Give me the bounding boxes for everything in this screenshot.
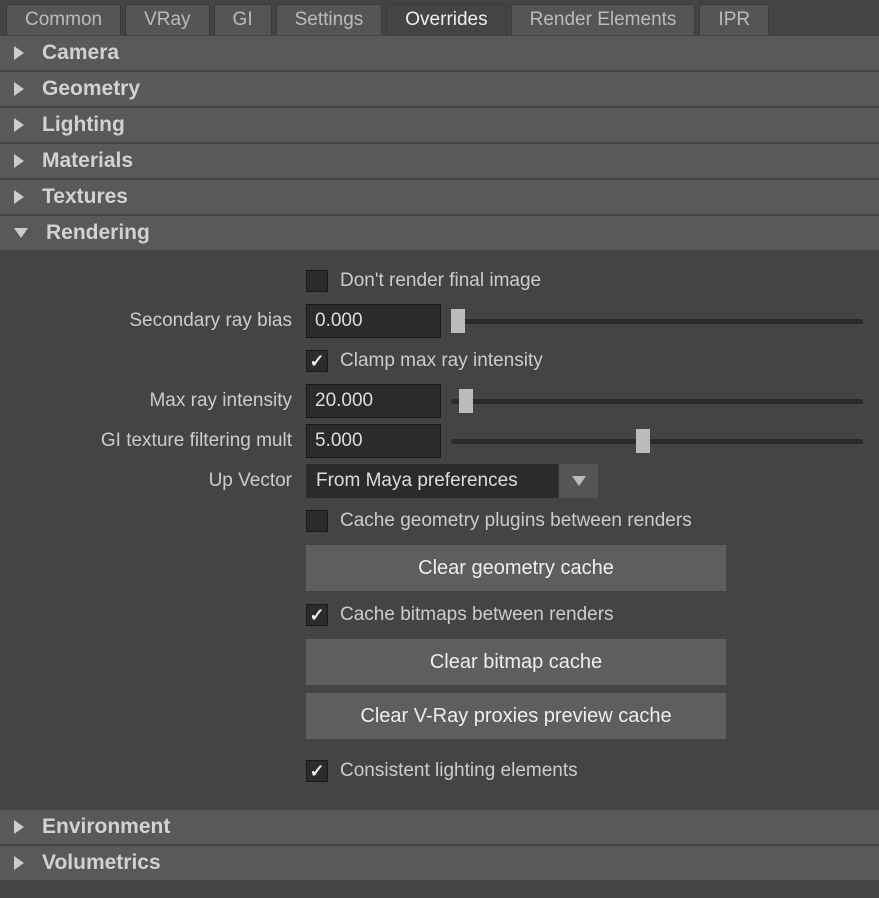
rendering-body: Don't render final image Secondary ray b… xyxy=(0,251,879,809)
section-title: Materials xyxy=(42,149,133,173)
section-volumetrics[interactable]: Volumetrics xyxy=(0,845,879,881)
max-ray-intensity-label: Max ray intensity xyxy=(16,390,306,412)
clear-proxies-cache-button[interactable]: Clear V-Ray proxies preview cache xyxy=(306,693,726,739)
up-vector-value: From Maya preferences xyxy=(306,464,558,498)
section-camera[interactable]: Camera xyxy=(0,35,879,71)
triangle-right-icon xyxy=(14,154,24,168)
section-geometry[interactable]: Geometry xyxy=(0,71,879,107)
triangle-right-icon xyxy=(14,82,24,96)
clear-bitmap-cache-button[interactable]: Clear bitmap cache xyxy=(306,639,726,685)
section-title: Lighting xyxy=(42,113,125,137)
secondary-ray-bias-label: Secondary ray bias xyxy=(16,310,306,332)
consistent-lighting-label: Consistent lighting elements xyxy=(340,760,578,782)
gi-texture-slider[interactable] xyxy=(451,424,863,458)
triangle-right-icon xyxy=(14,190,24,204)
section-textures[interactable]: Textures xyxy=(0,179,879,215)
secondary-ray-bias-field[interactable] xyxy=(306,304,441,338)
section-title: Environment xyxy=(42,815,170,839)
tab-vray[interactable]: VRay xyxy=(125,4,209,35)
section-title: Textures xyxy=(42,185,128,209)
cache-bitmaps-checkbox[interactable] xyxy=(306,604,328,626)
tab-ipr[interactable]: IPR xyxy=(699,4,769,35)
section-title: Geometry xyxy=(42,77,140,101)
clamp-label: Clamp max ray intensity xyxy=(340,350,543,372)
chevron-down-icon xyxy=(572,476,586,486)
clamp-checkbox[interactable] xyxy=(306,350,328,372)
secondary-ray-bias-slider[interactable] xyxy=(451,304,863,338)
max-ray-intensity-slider[interactable] xyxy=(451,384,863,418)
tab-bar: Common VRay GI Settings Overrides Render… xyxy=(0,0,879,35)
tab-render-elements[interactable]: Render Elements xyxy=(511,4,696,35)
triangle-right-icon xyxy=(14,46,24,60)
up-vector-label: Up Vector xyxy=(16,470,306,492)
consistent-lighting-checkbox[interactable] xyxy=(306,760,328,782)
triangle-down-icon xyxy=(14,228,28,238)
section-title: Rendering xyxy=(46,221,150,245)
tab-overrides[interactable]: Overrides xyxy=(386,4,506,35)
section-title: Volumetrics xyxy=(42,851,161,875)
cache-geometry-label: Cache geometry plugins between renders xyxy=(340,510,692,532)
up-vector-select[interactable]: From Maya preferences xyxy=(306,464,598,498)
tab-common[interactable]: Common xyxy=(6,4,121,35)
dont-render-label: Don't render final image xyxy=(340,270,541,292)
tab-settings[interactable]: Settings xyxy=(276,4,383,35)
up-vector-dropdown-button[interactable] xyxy=(558,464,598,498)
dont-render-checkbox[interactable] xyxy=(306,270,328,292)
section-rendering[interactable]: Rendering xyxy=(0,215,879,251)
cache-geometry-checkbox[interactable] xyxy=(306,510,328,532)
section-lighting[interactable]: Lighting xyxy=(0,107,879,143)
tab-gi[interactable]: GI xyxy=(214,4,272,35)
max-ray-intensity-field[interactable] xyxy=(306,384,441,418)
section-title: Camera xyxy=(42,41,119,65)
cache-bitmaps-label: Cache bitmaps between renders xyxy=(340,604,614,626)
triangle-right-icon xyxy=(14,118,24,132)
gi-texture-field[interactable] xyxy=(306,424,441,458)
triangle-right-icon xyxy=(14,820,24,834)
gi-texture-label: GI texture filtering mult xyxy=(16,430,306,452)
section-environment[interactable]: Environment xyxy=(0,809,879,845)
section-materials[interactable]: Materials xyxy=(0,143,879,179)
clear-geometry-cache-button[interactable]: Clear geometry cache xyxy=(306,545,726,591)
triangle-right-icon xyxy=(14,856,24,870)
